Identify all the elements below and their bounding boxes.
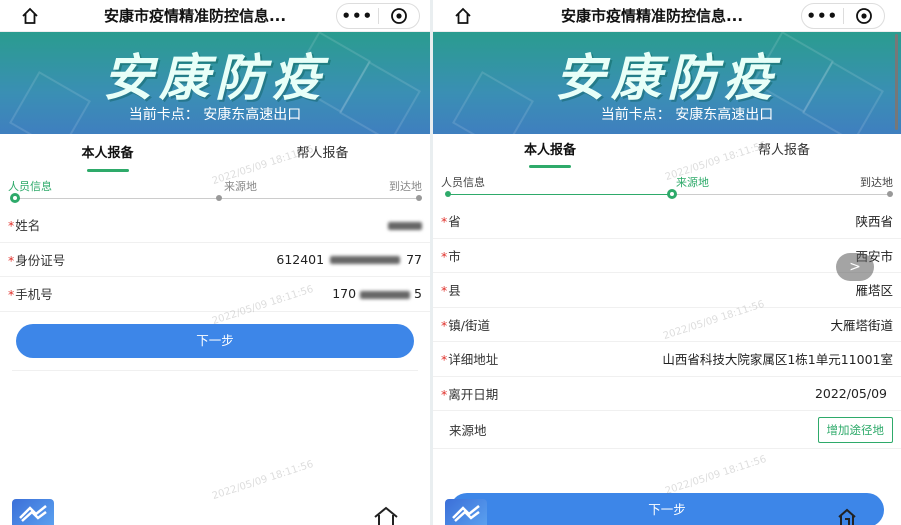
more-icon[interactable]: ••• xyxy=(337,7,378,25)
step-person-info: 人员信息 xyxy=(441,176,485,189)
home-icon[interactable] xyxy=(372,505,400,525)
top-bar: 安康市疫情精准防控信息... ••• xyxy=(0,0,430,32)
mini-program-capsule: ••• xyxy=(801,3,885,29)
app-title: 安康市疫情精准防控信息... xyxy=(560,7,744,25)
step-destination: 到达地 xyxy=(389,180,422,193)
banner: 安康防疫 当前卡点： 安康东高速出口 xyxy=(0,32,430,134)
add-route-button[interactable]: 增加途径地 xyxy=(817,416,893,443)
step-destination: 到达地 xyxy=(860,176,893,189)
phone-field[interactable]: *手机号 170 5 xyxy=(0,277,430,312)
banner-title: 安康防疫 xyxy=(103,49,327,107)
tab-self-report[interactable]: 本人报备 xyxy=(433,134,667,170)
province-field[interactable]: *省 陕西省 xyxy=(433,204,901,239)
name-field[interactable]: *姓名 xyxy=(0,208,430,243)
left-screen: 安康市疫情精准防控信息... ••• 安康防疫 当前卡点： 安康东高速出口 本人… xyxy=(0,0,430,525)
step-dot-active xyxy=(10,193,20,203)
banner-title: 安康防疫 xyxy=(555,49,779,107)
home-icon[interactable] xyxy=(18,4,42,28)
watermark: 2022/05/09 18:11:56 xyxy=(210,458,315,503)
close-target-icon[interactable] xyxy=(844,7,885,25)
step-dot xyxy=(216,195,222,201)
app-title: 安康市疫情精准防控信息... xyxy=(103,7,287,25)
step-dot xyxy=(887,191,893,197)
right-screen: 安康市疫情精准防控信息... ••• 安康防疫 当前卡点： 安康东高速出口 本人… xyxy=(433,0,901,525)
app-logo-icon[interactable] xyxy=(445,499,487,525)
report-tabs: 本人报备 帮人报备 xyxy=(433,134,901,170)
checkpoint-text: 当前卡点： 安康东高速出口 xyxy=(128,107,302,123)
floating-arrow-button[interactable]: > xyxy=(836,253,874,281)
next-button[interactable]: 下一步 xyxy=(16,323,414,358)
more-icon[interactable]: ••• xyxy=(802,7,843,25)
source-place-label: 来源地 xyxy=(449,423,487,438)
divider xyxy=(12,369,418,371)
checkpoint-text: 当前卡点： 安康东高速出口 xyxy=(600,107,774,123)
home-icon[interactable] xyxy=(451,4,475,28)
top-bar: 安康市疫情精准防控信息... ••• xyxy=(433,0,901,32)
banner: 安康防疫 当前卡点： 安康东高速出口 xyxy=(433,32,901,134)
mini-program-capsule: ••• xyxy=(336,3,420,29)
scrollbar[interactable] xyxy=(895,34,898,130)
step-dot-done xyxy=(445,191,451,197)
watermark: 2022/05/09 18:11:56 xyxy=(663,453,768,498)
leave-date-field[interactable]: *离开日期 2022/05/09 xyxy=(433,377,901,411)
report-tabs: 本人报备 帮人报备 xyxy=(0,134,430,174)
next-button[interactable]: 下一步 xyxy=(450,493,884,525)
source-place-row: 来源地 增加途径地 xyxy=(433,411,901,449)
detail-address-field[interactable]: *详细地址 山西省科技大院家属区1栋1单元11001室 xyxy=(433,342,901,377)
step-dot-active xyxy=(667,189,677,199)
county-field[interactable]: *县 雁塔区 xyxy=(433,273,901,308)
app-logo-icon[interactable] xyxy=(12,499,54,525)
step-person-info: 人员信息 xyxy=(8,180,52,193)
id-number-field[interactable]: *身份证号 612401 77 xyxy=(0,243,430,277)
home-icon[interactable] xyxy=(833,505,861,525)
close-target-icon[interactable] xyxy=(379,7,420,25)
city-field[interactable]: *市 西安市 xyxy=(433,239,901,273)
tab-self-report[interactable]: 本人报备 xyxy=(0,134,215,174)
step-dot xyxy=(416,195,422,201)
